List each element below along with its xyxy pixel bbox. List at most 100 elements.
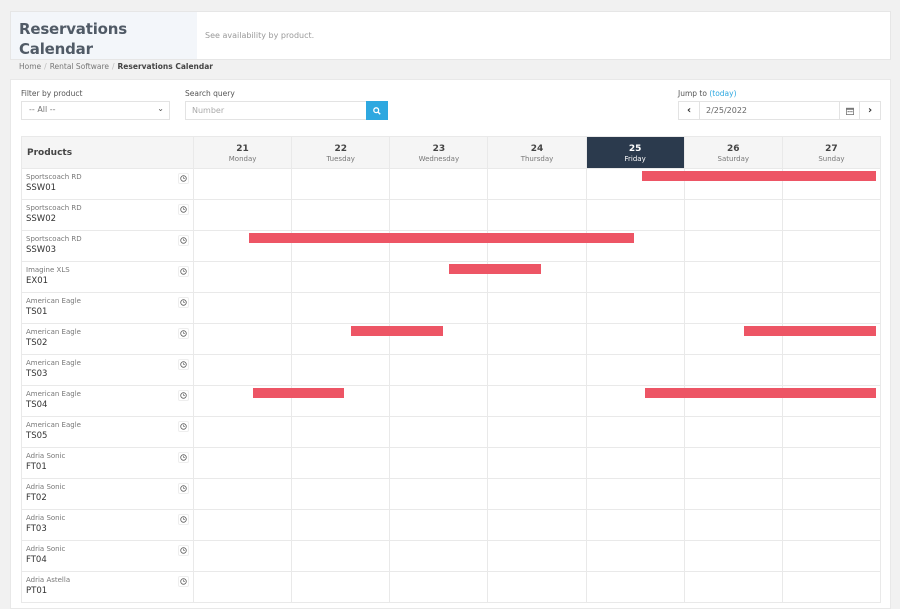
day-cell[interactable]	[487, 230, 587, 262]
day-cell[interactable]	[389, 261, 489, 293]
day-cell[interactable]	[487, 385, 587, 417]
info-button[interactable]	[178, 483, 189, 494]
day-cell[interactable]	[781, 540, 882, 572]
day-cell[interactable]	[585, 199, 685, 231]
day-cell[interactable]	[781, 385, 882, 417]
breadcrumb-home[interactable]: Home	[19, 62, 41, 71]
date-input[interactable]: 2/25/2022	[699, 102, 840, 119]
day-cell[interactable]	[781, 509, 882, 541]
day-cell[interactable]	[487, 571, 587, 603]
product-code[interactable]: TS02	[26, 337, 189, 350]
info-button[interactable]	[178, 545, 189, 556]
day-cell[interactable]	[585, 261, 685, 293]
info-button[interactable]	[178, 421, 189, 432]
day-cell[interactable]	[683, 478, 783, 510]
day-cell[interactable]	[585, 509, 685, 541]
info-button[interactable]	[178, 173, 189, 184]
day-cell[interactable]	[781, 323, 882, 355]
day-cell[interactable]	[487, 478, 587, 510]
prev-week-button[interactable]: ‹	[679, 102, 699, 119]
day-cell[interactable]	[487, 416, 587, 448]
day-cell[interactable]	[487, 540, 587, 572]
day-cell[interactable]	[389, 540, 489, 572]
day-cell[interactable]	[291, 571, 391, 603]
day-cell[interactable]	[683, 571, 783, 603]
breadcrumb-rental-software[interactable]: Rental Software	[50, 62, 109, 71]
day-cell[interactable]	[487, 199, 587, 231]
day-cell[interactable]	[487, 168, 587, 200]
info-button[interactable]	[178, 328, 189, 339]
day-cell[interactable]	[389, 168, 489, 200]
product-code[interactable]: PT01	[26, 585, 189, 598]
day-cell[interactable]	[585, 447, 685, 479]
info-button[interactable]	[178, 297, 189, 308]
search-input[interactable]: Number	[185, 101, 367, 120]
day-cell[interactable]	[192, 447, 293, 479]
today-link[interactable]: (today)	[709, 89, 736, 98]
info-button[interactable]	[178, 359, 189, 370]
product-code[interactable]: FT04	[26, 554, 189, 567]
day-cell[interactable]	[487, 323, 587, 355]
info-button[interactable]	[178, 514, 189, 525]
info-button[interactable]	[178, 204, 189, 215]
info-button[interactable]	[178, 576, 189, 587]
day-cell[interactable]	[487, 354, 587, 386]
day-cell[interactable]	[781, 354, 882, 386]
day-cell[interactable]	[192, 292, 293, 324]
day-cell[interactable]	[487, 509, 587, 541]
day-cell[interactable]	[781, 168, 882, 200]
day-cell[interactable]	[487, 447, 587, 479]
day-cell[interactable]	[585, 571, 685, 603]
day-cell[interactable]	[192, 416, 293, 448]
calendar-button[interactable]	[840, 102, 860, 119]
day-cell[interactable]	[781, 261, 882, 293]
day-cell[interactable]	[291, 168, 391, 200]
day-cell[interactable]	[389, 385, 489, 417]
day-cell[interactable]	[487, 261, 587, 293]
day-cell[interactable]	[192, 571, 293, 603]
product-code[interactable]: FT01	[26, 461, 189, 474]
product-code[interactable]: FT03	[26, 523, 189, 536]
day-cell[interactable]	[291, 540, 391, 572]
day-cell[interactable]	[389, 230, 489, 262]
product-code[interactable]: TS01	[26, 306, 189, 319]
day-cell[interactable]	[683, 540, 783, 572]
day-cell[interactable]	[585, 168, 685, 200]
day-cell[interactable]	[192, 354, 293, 386]
day-cell[interactable]	[781, 571, 882, 603]
day-cell[interactable]	[585, 540, 685, 572]
day-cell[interactable]	[585, 385, 685, 417]
day-cell[interactable]	[192, 385, 293, 417]
day-cell[interactable]	[192, 478, 293, 510]
day-cell[interactable]	[683, 261, 783, 293]
day-cell[interactable]	[781, 292, 882, 324]
day-cell[interactable]	[291, 385, 391, 417]
day-cell[interactable]	[781, 230, 882, 262]
day-cell[interactable]	[683, 354, 783, 386]
day-cell[interactable]	[192, 199, 293, 231]
product-filter-select[interactable]: -- All -- ⌄	[21, 101, 170, 120]
day-cell[interactable]	[683, 385, 783, 417]
day-cell[interactable]	[389, 323, 489, 355]
day-cell[interactable]	[585, 323, 685, 355]
day-cell[interactable]	[389, 416, 489, 448]
info-button[interactable]	[178, 452, 189, 463]
day-cell[interactable]	[781, 416, 882, 448]
next-week-button[interactable]: ›	[860, 102, 880, 119]
day-cell[interactable]	[192, 230, 293, 262]
product-code[interactable]: SSW03	[26, 244, 189, 257]
product-code[interactable]: EX01	[26, 275, 189, 288]
day-cell[interactable]	[683, 447, 783, 479]
day-cell[interactable]	[585, 230, 685, 262]
info-button[interactable]	[178, 235, 189, 246]
search-button[interactable]	[366, 101, 388, 120]
day-cell[interactable]	[291, 447, 391, 479]
day-cell[interactable]	[781, 199, 882, 231]
day-cell[interactable]	[781, 478, 882, 510]
day-cell[interactable]	[683, 509, 783, 541]
day-cell[interactable]	[683, 323, 783, 355]
day-cell[interactable]	[291, 292, 391, 324]
day-cell[interactable]	[683, 292, 783, 324]
day-cell[interactable]	[389, 478, 489, 510]
day-cell[interactable]	[389, 447, 489, 479]
